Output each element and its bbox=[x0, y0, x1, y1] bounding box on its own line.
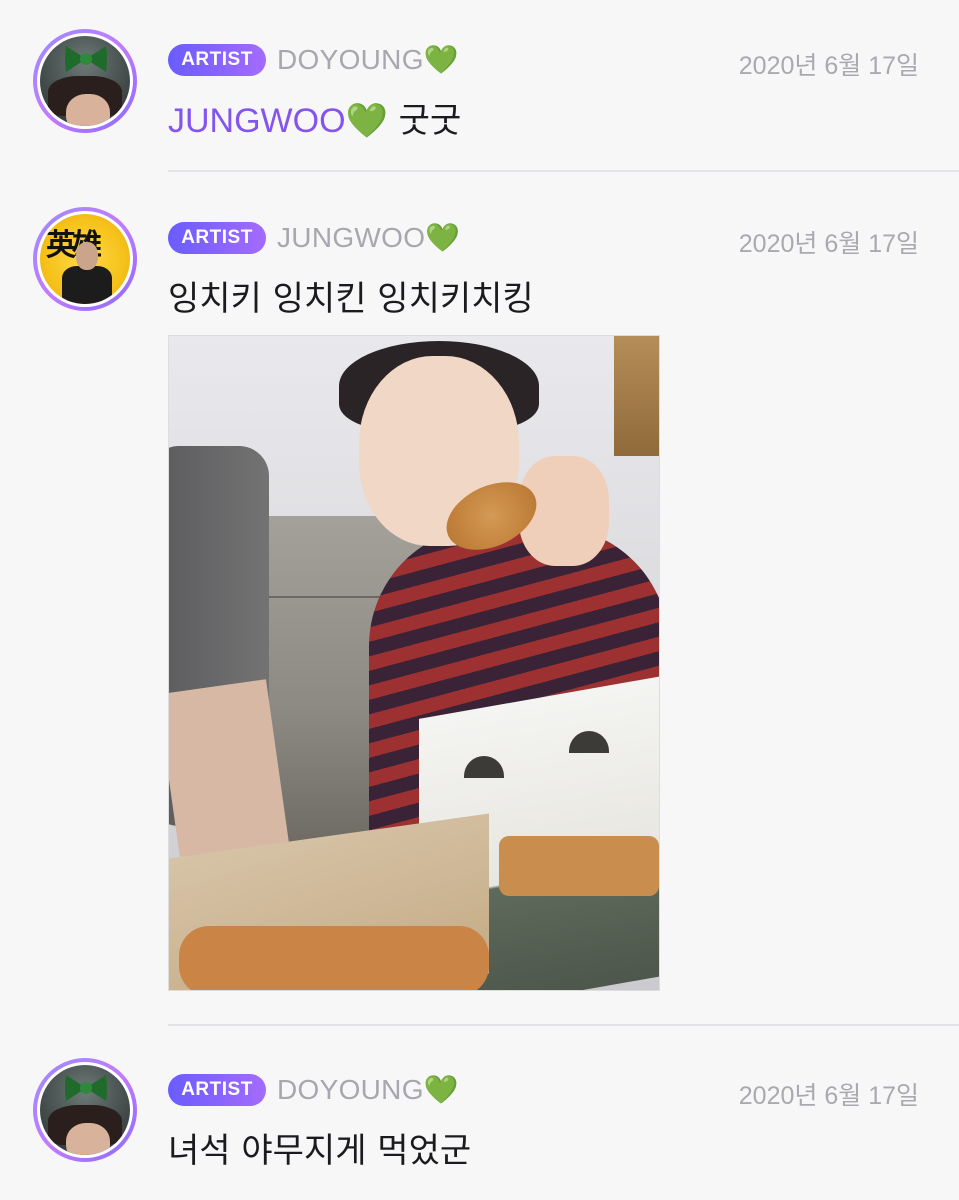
author-name[interactable]: DOYOUNG💚 bbox=[277, 1073, 459, 1106]
post-text: 녀석 야무지게 먹었군 bbox=[168, 1131, 472, 1171]
avatar-doyoung[interactable] bbox=[33, 1058, 137, 1162]
artist-badge: ARTIST bbox=[168, 1074, 266, 1106]
post-doyoung-2: ARTIST DOYOUNG💚 2020년 6월 17일 녀석 야무지게 먹었군 bbox=[0, 0, 959, 1200]
green-bow-icon bbox=[65, 1075, 107, 1101]
avatar-image bbox=[40, 1065, 130, 1155]
post-date: 2020년 6월 17일 bbox=[738, 1082, 919, 1110]
